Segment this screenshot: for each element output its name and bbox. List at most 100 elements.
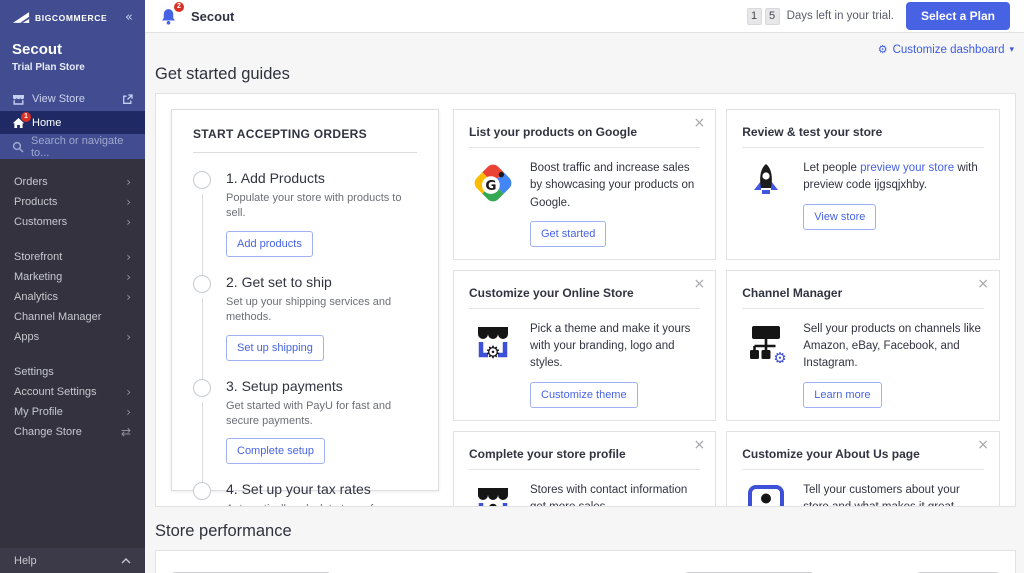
chevron-right-icon: › bbox=[126, 386, 131, 398]
trial-text: Days left in your trial. bbox=[787, 10, 894, 22]
sidebar-item-label: Change Store bbox=[14, 426, 82, 438]
caret-down-icon: ▾ bbox=[1009, 45, 1014, 55]
chevron-up-icon bbox=[121, 558, 131, 564]
complete-setup-button[interactable]: Complete setup bbox=[226, 438, 325, 464]
add-products-button[interactable]: Add products bbox=[226, 231, 313, 257]
card-channel-manager: × Channel Manager ⚙ bbox=[726, 270, 1000, 421]
bell-notification-badge: 2 bbox=[174, 2, 184, 12]
gear-icon: ⚙ bbox=[878, 43, 888, 56]
sidebar-item-storefront[interactable]: Storefront › bbox=[0, 247, 145, 267]
chevron-right-icon: › bbox=[126, 251, 131, 263]
step-checkbox[interactable] bbox=[193, 275, 211, 293]
guides-section-title: Get started guides bbox=[155, 65, 1016, 84]
step-description: Populate your store with products to sel… bbox=[226, 191, 417, 222]
close-icon[interactable]: × bbox=[694, 438, 706, 452]
sidebar-item-label: View Store bbox=[32, 93, 85, 105]
customize-dashboard-link[interactable]: ⚙ Customize dashboard ▾ bbox=[878, 43, 1014, 56]
search-icon bbox=[12, 141, 24, 153]
customize-dashboard-label: Customize dashboard bbox=[893, 44, 1005, 56]
step-description: Automatically calculate taxes for your c… bbox=[226, 502, 417, 507]
svg-text:⚙: ⚙ bbox=[485, 343, 500, 363]
logo-text: BIGCOMMERCE bbox=[35, 13, 107, 23]
preview-store-link[interactable]: preview your store bbox=[860, 162, 954, 174]
sidebar-item-view-store[interactable]: View Store bbox=[0, 87, 145, 111]
start-accepting-orders-card: START ACCEPTING ORDERS 1. Add Products P… bbox=[171, 109, 439, 491]
card-list-products-google: × List your products on Google bbox=[453, 109, 716, 260]
view-store-button[interactable]: View store bbox=[803, 204, 876, 230]
sidebar-item-help[interactable]: Help bbox=[0, 548, 145, 573]
storefront-icon bbox=[12, 94, 25, 105]
sidebar-item-home[interactable]: 1 Home bbox=[0, 111, 145, 134]
sidebar-top: BIGCOMMERCE « Secout Trial Plan Store Vi… bbox=[0, 0, 145, 159]
chevron-right-icon: › bbox=[126, 196, 131, 208]
sidebar-item-my-profile[interactable]: My Profile › bbox=[0, 402, 145, 422]
card-review-test-store: Review & test your store bbox=[726, 109, 1000, 260]
card-text: Stores with contact information get more… bbox=[530, 482, 700, 508]
learn-more-button[interactable]: Learn more bbox=[803, 382, 881, 408]
divider bbox=[469, 308, 700, 309]
sidebar-item-label: Account Settings bbox=[14, 386, 97, 398]
select-plan-button[interactable]: Select a Plan bbox=[906, 2, 1010, 30]
get-started-button[interactable]: Get started bbox=[530, 221, 606, 247]
sidebar-item-label: My Profile bbox=[14, 406, 63, 418]
trial-days-digit: 5 bbox=[765, 8, 780, 25]
step-title: 1. Add Products bbox=[226, 170, 417, 186]
sidebar-item-products[interactable]: Products › bbox=[0, 192, 145, 212]
card-text-before: Let people bbox=[803, 162, 860, 174]
card-customize-about-us: × Customize your About Us page bbox=[726, 431, 1000, 508]
guide-cards-grid: × List your products on Google bbox=[453, 109, 1000, 491]
card-title: Channel Manager bbox=[742, 286, 984, 300]
sidebar-search-input[interactable]: Search or navigate to... bbox=[0, 134, 145, 159]
checklist-step-add-products: 1. Add Products Populate your store with… bbox=[193, 170, 417, 274]
guides-panel: START ACCEPTING ORDERS 1. Add Products P… bbox=[155, 93, 1016, 507]
card-text: Let people preview your store with previ… bbox=[803, 160, 984, 195]
step-connector bbox=[202, 194, 203, 276]
step-description: Get started with PayU for fast and secur… bbox=[226, 399, 417, 430]
collapse-sidebar-icon[interactable]: « bbox=[125, 11, 133, 24]
sidebar-item-channel-manager[interactable]: Channel Manager bbox=[0, 307, 145, 327]
performance-section-title: Store performance bbox=[155, 522, 1016, 541]
chevron-right-icon: › bbox=[126, 406, 131, 418]
trial-days-digit: 1 bbox=[747, 8, 762, 25]
notifications-bell-icon[interactable]: 2 bbox=[159, 7, 178, 26]
close-icon[interactable]: × bbox=[694, 277, 706, 291]
bigcommerce-logo-icon bbox=[12, 11, 30, 24]
close-icon[interactable]: × bbox=[977, 277, 989, 291]
step-checkbox[interactable] bbox=[193, 482, 211, 500]
nav-group-divider bbox=[0, 232, 145, 247]
sidebar-item-orders[interactable]: Orders › bbox=[0, 172, 145, 192]
logo-row: BIGCOMMERCE « bbox=[0, 0, 145, 33]
channels-gear-icon: ⚙ bbox=[742, 321, 790, 408]
chevron-right-icon: › bbox=[126, 291, 131, 303]
step-description: Set up your shipping services and method… bbox=[226, 295, 417, 326]
card-title: Complete your store profile bbox=[469, 447, 700, 461]
chevron-right-icon: › bbox=[126, 216, 131, 228]
close-icon[interactable]: × bbox=[977, 438, 989, 452]
svg-text:⚙: ⚙ bbox=[774, 349, 787, 363]
sidebar-item-customers[interactable]: Customers › bbox=[0, 212, 145, 232]
step-checkbox[interactable] bbox=[193, 171, 211, 189]
set-up-shipping-button[interactable]: Set up shipping bbox=[226, 335, 324, 361]
step-checkbox[interactable] bbox=[193, 379, 211, 397]
sidebar-item-label: Marketing bbox=[14, 271, 62, 283]
step-title: 2. Get set to ship bbox=[226, 274, 417, 290]
sidebar-item-change-store[interactable]: Change Store ⇄ bbox=[0, 422, 145, 442]
store-name: Secout bbox=[12, 41, 133, 58]
step-title: 4. Set up your tax rates bbox=[226, 481, 417, 497]
trial-banner: 1 5 Days left in your trial. Select a Pl… bbox=[747, 2, 1010, 30]
sidebar-item-label: Products bbox=[14, 196, 57, 208]
checklist-step-shipping: 2. Get set to ship Set up your shipping … bbox=[193, 274, 417, 378]
sidebar-item-marketing[interactable]: Marketing › bbox=[0, 267, 145, 287]
sidebar-item-analytics[interactable]: Analytics › bbox=[0, 287, 145, 307]
sidebar-item-settings[interactable]: Settings bbox=[0, 362, 145, 382]
external-link-icon bbox=[122, 94, 133, 105]
main-content: ⚙ Customize dashboard ▾ Get started guid… bbox=[145, 34, 1024, 573]
step-title: 3. Setup payments bbox=[226, 378, 417, 394]
divider bbox=[193, 152, 417, 153]
header-store-name: Secout bbox=[191, 9, 234, 24]
customize-theme-button[interactable]: Customize theme bbox=[530, 382, 638, 408]
sidebar-item-apps[interactable]: Apps › bbox=[0, 327, 145, 347]
sidebar-item-account-settings[interactable]: Account Settings › bbox=[0, 382, 145, 402]
divider bbox=[742, 147, 984, 148]
close-icon[interactable]: × bbox=[694, 116, 706, 130]
